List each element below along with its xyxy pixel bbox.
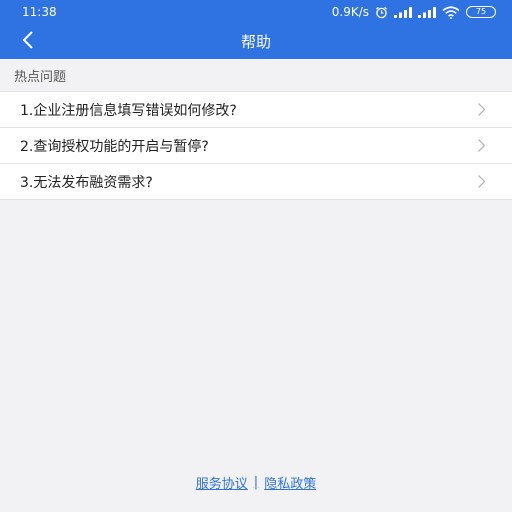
battery-icon: 75	[466, 6, 496, 18]
alarm-icon	[375, 6, 388, 19]
faq-item-label: 2.查询授权功能的开启与暂停?	[20, 138, 209, 155]
privacy-policy-link[interactable]: 隐私政策	[264, 473, 316, 492]
status-bar: 11:38 0.9K/s 75	[0, 0, 512, 24]
faq-list: 1.企业注册信息填写错误如何修改? 2.查询授权功能的开启与暂停? 3.无法发布…	[0, 91, 512, 200]
signal-icon	[418, 6, 436, 18]
faq-item-1[interactable]: 1.企业注册信息填写错误如何修改?	[0, 92, 512, 128]
footer-separator: |	[253, 474, 259, 490]
page-title: 帮助	[240, 33, 271, 51]
faq-item-label: 1.企业注册信息填写错误如何修改?	[20, 102, 237, 119]
service-agreement-link[interactable]: 服务协议	[196, 473, 248, 492]
nav-bar: 帮助	[0, 24, 512, 59]
status-time: 11:38	[22, 5, 57, 19]
chevron-right-icon	[477, 174, 486, 189]
battery-level: 75	[475, 7, 487, 16]
wifi-icon	[442, 5, 460, 19]
faq-item-label: 3.无法发布融资需求?	[20, 174, 153, 191]
chevron-right-icon	[477, 102, 486, 117]
faq-item-2[interactable]: 2.查询授权功能的开启与暂停?	[0, 128, 512, 164]
footer-links: 服务协议 | 隐私政策	[0, 472, 512, 492]
faq-item-3[interactable]: 3.无法发布融资需求?	[0, 164, 512, 200]
section-title-hot-questions: 热点问题	[0, 59, 512, 91]
app-header: 11:38 0.9K/s 75 帮助	[0, 0, 512, 59]
signal-icon	[394, 6, 412, 18]
status-icons: 0.9K/s 75	[332, 5, 496, 19]
network-speed: 0.9K/s	[331, 5, 369, 19]
chevron-right-icon	[477, 138, 486, 153]
